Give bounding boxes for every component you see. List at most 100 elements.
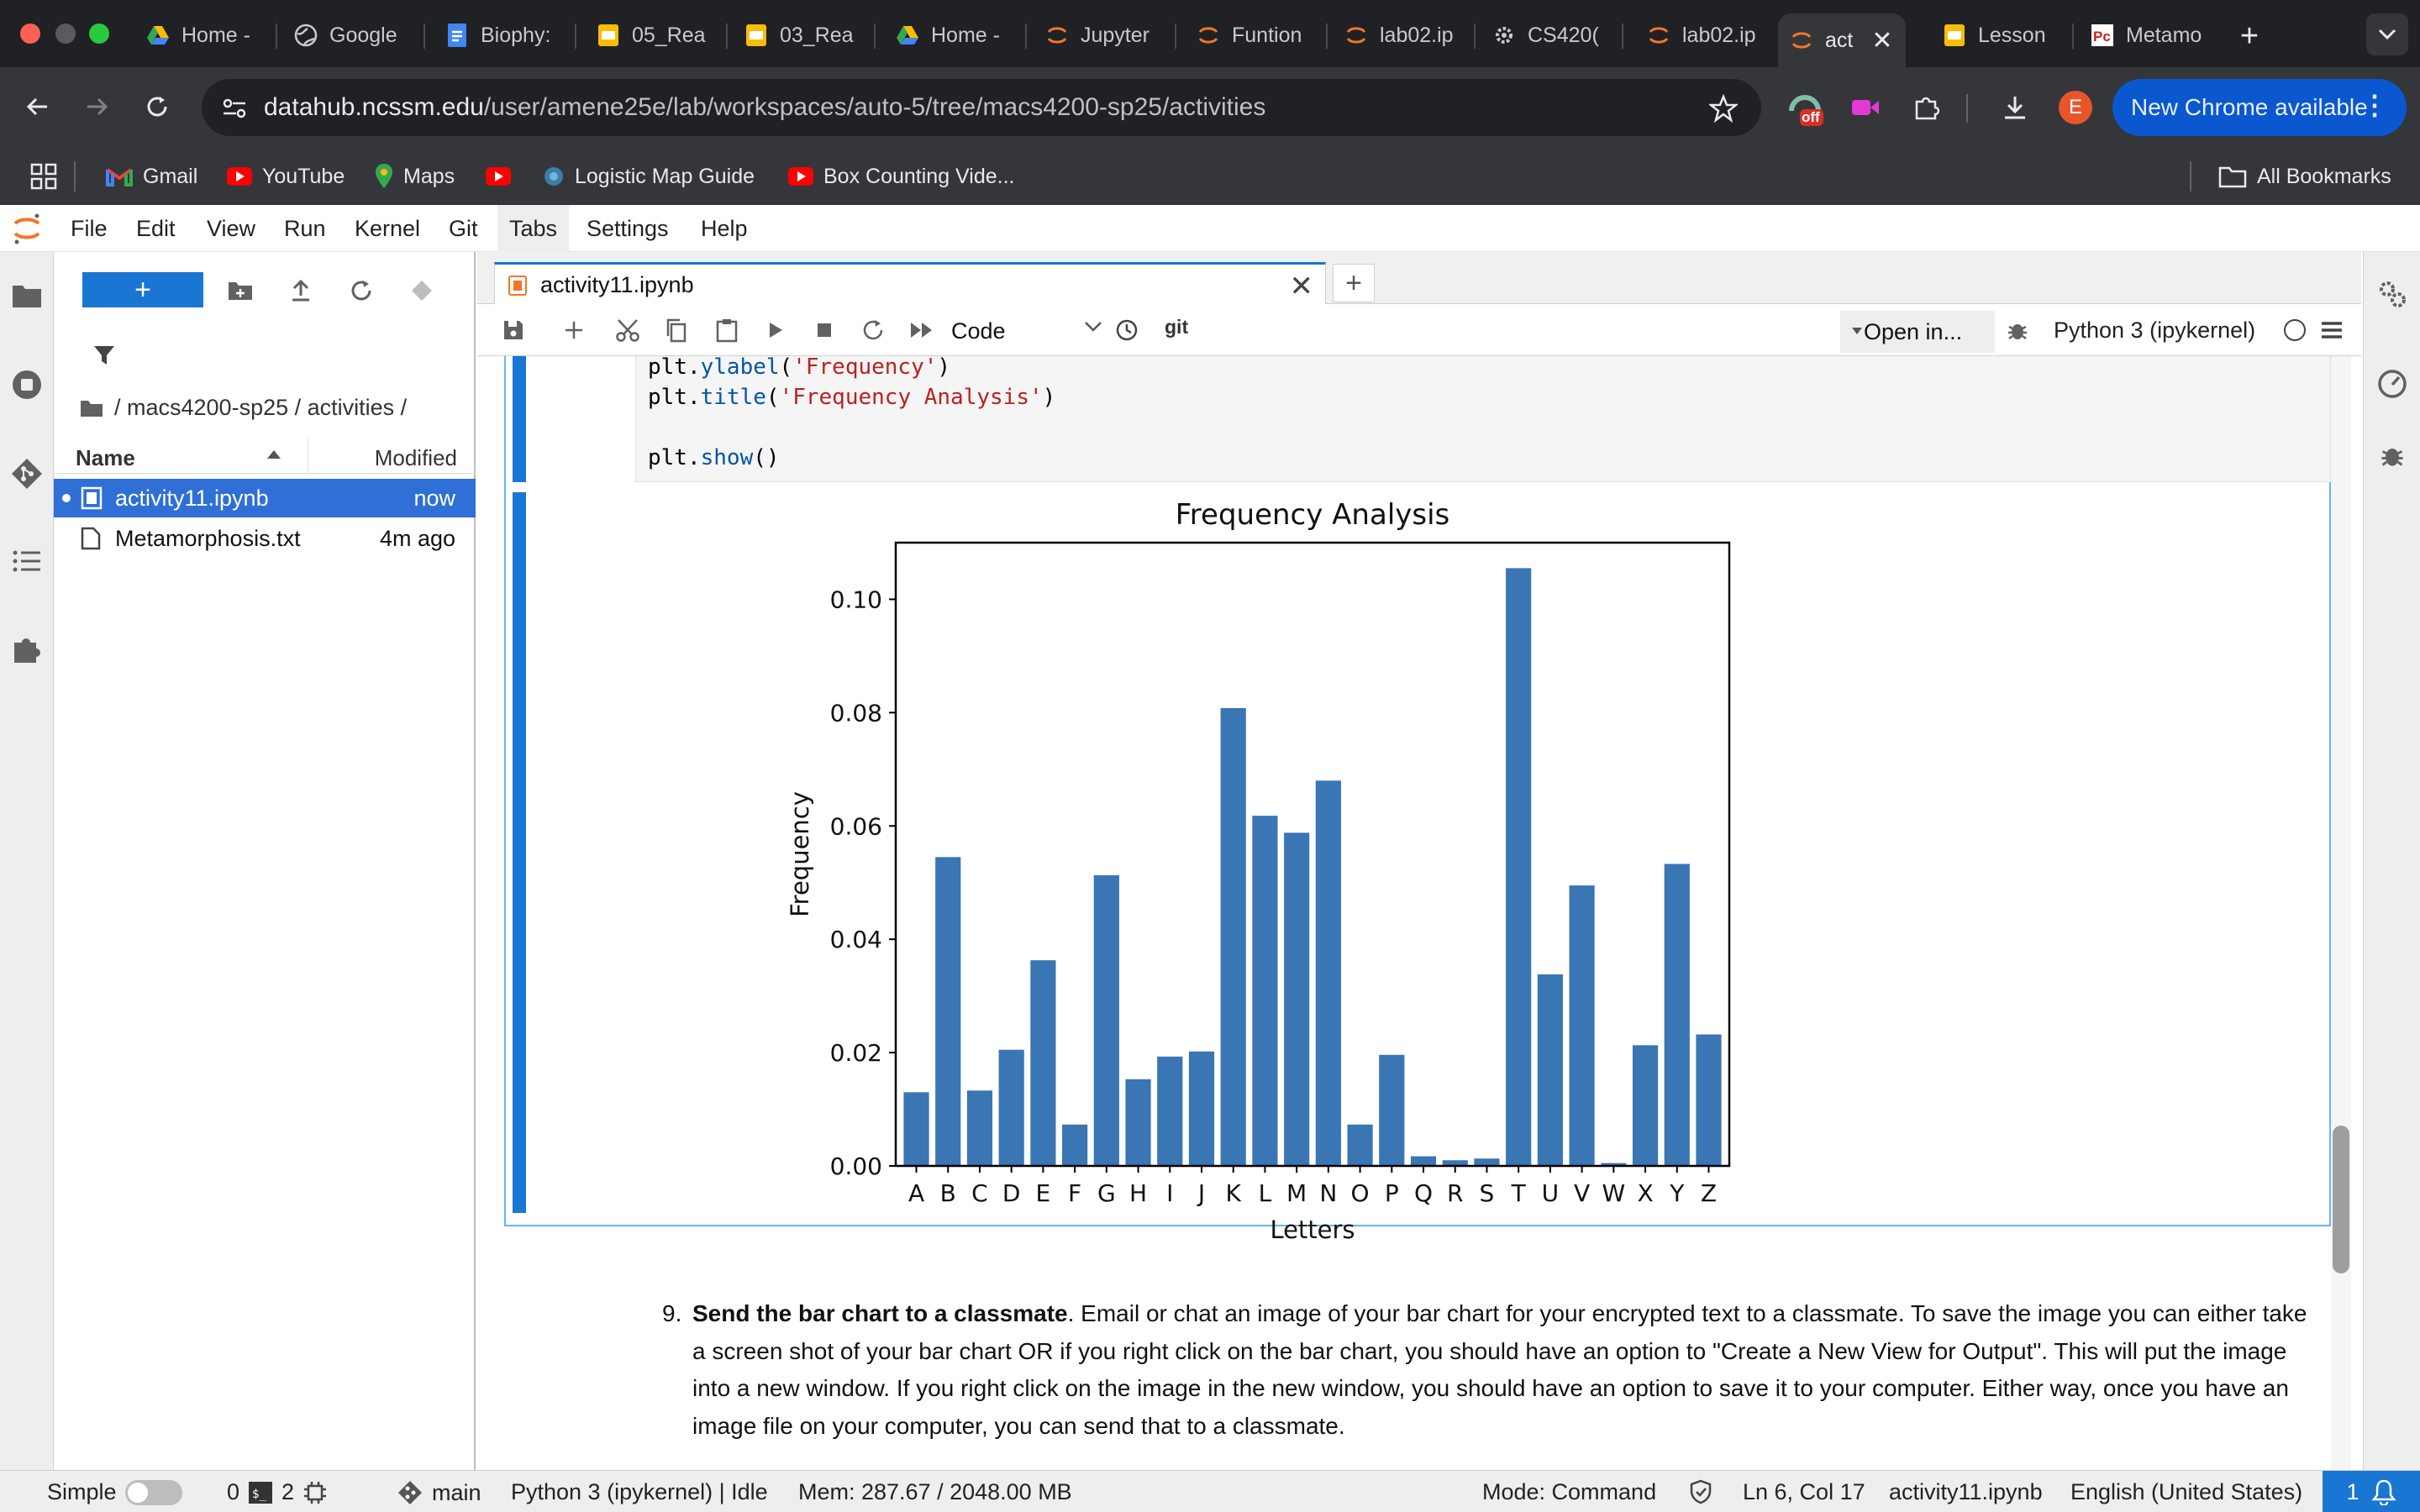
address-bar[interactable]: datahub.ncssm.edu/user/amene25e/lab/work…	[202, 79, 1761, 136]
refresh-button[interactable]	[346, 276, 376, 306]
maximize-window-button[interactable]	[89, 24, 109, 44]
kernel-name[interactable]: Python 3 (ipykernel)	[2054, 318, 2255, 344]
property-inspector-tab[interactable]	[2374, 276, 2411, 312]
simple-mode-toggle[interactable]: Simple	[47, 1479, 182, 1505]
notebook-scrollbar-thumb[interactable]	[2333, 1126, 2349, 1273]
menu-tabs[interactable]: Tabs	[497, 205, 570, 252]
new-tab-button[interactable]: +	[2230, 17, 2269, 55]
file-row[interactable]: Metamorphosis.txt 4m ago	[54, 519, 476, 558]
cut-button[interactable]	[612, 314, 644, 346]
toggle-switch[interactable]	[124, 1479, 182, 1505]
browser-tab[interactable]: CS420(	[1481, 13, 1615, 57]
restart-run-all-button[interactable]	[906, 314, 938, 346]
more-menu-icon[interactable]: ⋮	[2361, 89, 2388, 121]
modified-column-header[interactable]: Modified	[375, 445, 457, 471]
menu-kernel[interactable]: Kernel	[343, 205, 432, 252]
trust-indicator[interactable]	[1689, 1479, 1712, 1504]
restart-kernel-button[interactable]	[857, 314, 889, 346]
running-terminals[interactable]: 0 $_ 2	[227, 1479, 328, 1505]
downloads-button[interactable]	[1995, 87, 2035, 128]
folder-icon[interactable]	[79, 398, 104, 418]
browser-tab[interactable]: 03_Rea	[733, 13, 867, 57]
output-collapser[interactable]	[513, 492, 526, 1213]
minimize-window-button[interactable]	[55, 24, 76, 44]
reload-button[interactable]	[136, 86, 178, 128]
menu-view[interactable]: View	[195, 205, 267, 252]
save-button[interactable]	[497, 314, 529, 346]
tab-activity11[interactable]: activity11.ipynb ✕	[494, 262, 1326, 306]
new-folder-button[interactable]	[225, 276, 255, 306]
upload-button[interactable]	[286, 276, 316, 306]
bookmark-item[interactable]: Logistic Map Guide	[543, 160, 755, 193]
browser-tab[interactable]: 05_Rea	[585, 13, 719, 57]
browser-tab[interactable]: Funtion	[1185, 13, 1319, 57]
insert-cell-button[interactable]	[558, 314, 590, 346]
browser-tab[interactable]: Lesson	[1931, 13, 2065, 57]
profile-avatar[interactable]: E	[2059, 91, 2092, 124]
bookmark-item[interactable]: Box Counting Vide...	[788, 160, 1014, 193]
extensions-button[interactable]	[1906, 87, 1946, 128]
notifications-button[interactable]: 1	[2323, 1471, 2420, 1512]
close-tab-icon[interactable]: ✕	[1290, 270, 1314, 303]
history-button[interactable]	[1111, 314, 1143, 346]
tab-search-button[interactable]	[2366, 13, 2408, 55]
all-bookmarks-button[interactable]: All Bookmarks	[2218, 160, 2391, 193]
browser-tab[interactable]: lab02.ip	[1635, 13, 1770, 57]
update-chrome-button[interactable]: New Chrome available ⋮	[2112, 79, 2407, 136]
bookmark-item[interactable]	[486, 160, 511, 193]
new-launcher-tab-button[interactable]: +	[1333, 264, 1375, 302]
browser-tab[interactable]: Home -	[134, 13, 269, 57]
paste-button[interactable]	[711, 314, 743, 346]
cell-type-dropdown[interactable]: Code	[951, 316, 1102, 346]
extension-manager-tab[interactable]	[8, 632, 45, 669]
code-editor[interactable]: plt.ylabel('Frequency') plt.title('Freque…	[635, 356, 2331, 482]
apps-button[interactable]	[30, 163, 57, 194]
star-icon[interactable]	[1709, 94, 1738, 123]
git-diff-button[interactable]: git	[1165, 316, 1188, 339]
bookmark-item[interactable]: Maps	[375, 160, 455, 193]
input-collapser[interactable]	[513, 356, 526, 482]
browser-tab[interactable]: Biophy:	[434, 13, 568, 57]
browser-tab[interactable]: Pc Metamo	[2079, 13, 2213, 57]
kernel-status[interactable]: Python 3 (ipykernel) | Idle	[511, 1479, 768, 1505]
display-language[interactable]: English (United States)	[2070, 1479, 2302, 1505]
property-inspector-button[interactable]	[2316, 314, 2348, 346]
resource-usage-tab[interactable]	[2374, 365, 2411, 402]
menu-file[interactable]: File	[59, 205, 119, 252]
site-settings-icon[interactable]	[222, 97, 247, 119]
debugger-toggle[interactable]	[2002, 314, 2033, 346]
bookmark-item[interactable]: Gmail	[106, 160, 197, 193]
browser-tab[interactable]: Jupyter	[1034, 13, 1168, 57]
file-row[interactable]: activity11.ipynb now	[54, 479, 476, 517]
forward-button[interactable]	[76, 86, 118, 128]
bookmark-item[interactable]: YouTube	[227, 160, 345, 193]
menu-edit[interactable]: Edit	[124, 205, 187, 252]
new-launcher-button[interactable]: +	[82, 272, 203, 307]
menu-help[interactable]: Help	[689, 205, 760, 252]
notebook-scroll-track[interactable]	[2331, 356, 2351, 1470]
copy-button[interactable]	[660, 314, 692, 346]
browser-tab[interactable]: lab02.ip	[1333, 13, 1467, 57]
back-button[interactable]	[17, 86, 59, 128]
open-in-dropdown[interactable]: Open in...	[1840, 311, 1995, 353]
git-clone-button[interactable]	[407, 276, 437, 306]
menu-git[interactable]: Git	[437, 205, 490, 252]
git-tab[interactable]	[8, 455, 45, 492]
breadcrumb-path[interactable]: / macs4200-sp25 / activities /	[114, 395, 407, 421]
debugger-tab[interactable]	[2374, 437, 2411, 474]
menu-run[interactable]: Run	[272, 205, 338, 252]
close-tab-icon[interactable]: ✕	[1871, 26, 1892, 55]
extension-toggle-button[interactable]: off	[1785, 87, 1825, 128]
menu-settings[interactable]: Settings	[575, 205, 681, 252]
browser-tab[interactable]: act ✕	[1778, 13, 1906, 67]
name-column-header[interactable]: Name	[76, 445, 135, 471]
running-sessions-tab[interactable]	[8, 366, 45, 403]
table-of-contents-tab[interactable]	[8, 543, 45, 580]
interrupt-kernel-button[interactable]	[808, 314, 840, 346]
browser-tab[interactable]: Google	[282, 13, 417, 57]
git-branch[interactable]: main	[397, 1479, 481, 1506]
filter-button[interactable]	[92, 344, 116, 370]
browser-tab[interactable]: Home -	[884, 13, 1018, 57]
markdown-cell[interactable]: 9. Send the bar chart to a classmate. Em…	[662, 1295, 2309, 1445]
extension-video-button[interactable]	[1845, 87, 1886, 128]
